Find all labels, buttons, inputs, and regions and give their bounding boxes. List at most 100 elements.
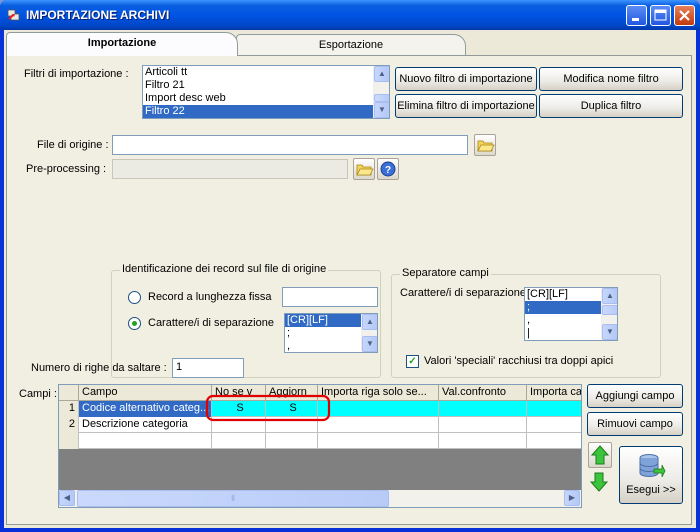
folder-icon bbox=[356, 164, 374, 176]
cell-valconf[interactable] bbox=[439, 433, 527, 449]
new-filter-button[interactable]: Nuovo filtro di importazione bbox=[395, 67, 537, 91]
record-separator-listbox[interactable]: [CR][LF] ; , ▲ ▼ bbox=[284, 313, 378, 353]
scroll-up-icon[interactable]: ▲ bbox=[362, 314, 377, 330]
database-icon bbox=[639, 454, 666, 478]
field-separator-label: Carattere/i di separazione bbox=[400, 287, 526, 299]
scroll-thumb[interactable] bbox=[374, 94, 389, 102]
close-button[interactable] bbox=[674, 5, 695, 26]
source-file-input[interactable] bbox=[112, 135, 468, 155]
cell-campo[interactable]: Codice alternativo categ... bbox=[79, 401, 212, 417]
import-panel: Filtri di importazione : Articoli tt Fil… bbox=[7, 56, 691, 524]
folder-icon bbox=[477, 140, 495, 152]
column-header-importa[interactable]: Importa riga solo se... bbox=[318, 385, 439, 401]
arrow-up-icon bbox=[590, 445, 610, 465]
separator-label: Carattere/i di separazione bbox=[148, 317, 274, 329]
quoted-values-label: Valori 'speciali' racchiusi tra doppi ap… bbox=[424, 355, 614, 367]
filters-scrollbar[interactable]: ▲ ▼ bbox=[373, 66, 389, 118]
scroll-thumb[interactable] bbox=[602, 305, 617, 315]
tab-importazione[interactable]: Importazione bbox=[6, 32, 238, 56]
move-down-button[interactable] bbox=[588, 470, 612, 496]
cell-importaca[interactable] bbox=[527, 433, 581, 449]
window-title: IMPORTAZIONE ARCHIVI bbox=[26, 8, 170, 22]
cell-campo[interactable] bbox=[79, 433, 212, 449]
group-title: Identificazione dei record sul file di o… bbox=[120, 263, 329, 275]
scroll-down-icon[interactable]: ▼ bbox=[602, 324, 617, 340]
window-client-area: Importazione Esportazione Filtri di impo… bbox=[4, 30, 696, 528]
grid-horizontal-scrollbar[interactable]: ◀ ⦀ ▶ bbox=[59, 490, 581, 507]
skip-rows-label: Numero di righe da saltare : bbox=[31, 362, 167, 374]
fixed-length-label: Record a lunghezza fissa bbox=[148, 291, 272, 303]
list-item-selected[interactable]: Filtro 22 bbox=[143, 105, 373, 118]
cell-campo[interactable]: Descrizione categoria bbox=[79, 417, 212, 433]
svg-text:?: ? bbox=[385, 165, 391, 176]
cell-nosev[interactable] bbox=[212, 433, 266, 449]
column-header-campo[interactable]: Campo bbox=[79, 385, 212, 401]
remove-field-button[interactable]: Rimuovi campo bbox=[587, 412, 683, 436]
list-item-selected[interactable]: [CR][LF] bbox=[285, 314, 361, 327]
column-header-valconf[interactable]: Val.confronto bbox=[439, 385, 527, 401]
record-separator-scrollbar[interactable]: ▲ ▼ bbox=[361, 314, 377, 352]
list-item-selected[interactable]: ; bbox=[525, 301, 601, 314]
scroll-down-icon[interactable]: ▼ bbox=[374, 102, 389, 118]
separator-radio[interactable] bbox=[128, 317, 141, 330]
execute-label: Esegui >> bbox=[626, 484, 676, 496]
move-up-button[interactable] bbox=[588, 442, 612, 468]
main-window: IMPORTAZIONE ARCHIVI Importazione Esport… bbox=[0, 0, 700, 532]
preprocessing-input[interactable] bbox=[112, 159, 348, 179]
preprocessing-label: Pre-processing : bbox=[26, 163, 107, 175]
duplicate-filter-button[interactable]: Duplica filtro bbox=[539, 94, 683, 118]
minimize-button[interactable] bbox=[626, 5, 647, 26]
cell-importa[interactable] bbox=[318, 433, 439, 449]
fixed-length-input[interactable] bbox=[282, 287, 378, 307]
table-row-new[interactable] bbox=[59, 433, 581, 449]
skip-rows-input[interactable]: 1 bbox=[172, 358, 244, 378]
minimize-icon bbox=[632, 18, 639, 21]
scroll-down-icon[interactable]: ▼ bbox=[362, 336, 377, 352]
close-icon bbox=[679, 10, 690, 21]
grid-corner bbox=[59, 385, 79, 401]
quoted-values-checkbox[interactable]: ✓ bbox=[406, 355, 419, 368]
delete-filter-button[interactable]: Elimina filtro di importazione bbox=[395, 94, 537, 118]
list-item[interactable]: Import desc web bbox=[143, 92, 389, 105]
row-number bbox=[59, 433, 79, 449]
title-bar[interactable]: IMPORTAZIONE ARCHIVI bbox=[0, 0, 700, 30]
field-separator-listbox[interactable]: [CR][LF] ; , | ▲ ▼ bbox=[524, 287, 618, 341]
rename-filter-button[interactable]: Modifica nome filtro bbox=[539, 67, 683, 91]
filters-listbox[interactable]: Articoli tt Filtro 21 Import desc web Fi… bbox=[142, 65, 390, 119]
browse-source-button[interactable] bbox=[474, 134, 496, 156]
fixed-length-radio[interactable] bbox=[128, 291, 141, 304]
scroll-left-icon[interactable]: ◀ bbox=[59, 490, 75, 506]
tab-esportazione[interactable]: Esportazione bbox=[236, 34, 466, 56]
browse-preprocessing-button[interactable] bbox=[353, 158, 375, 180]
fields-label: Campi : bbox=[19, 388, 57, 400]
filters-label: Filtri di importazione : bbox=[24, 68, 129, 80]
cell-aggiorna[interactable] bbox=[266, 433, 318, 449]
maximize-button[interactable] bbox=[650, 5, 671, 26]
maximize-icon bbox=[654, 9, 667, 21]
annotation-highlight bbox=[205, 394, 331, 422]
cell-importaca[interactable] bbox=[527, 401, 581, 417]
cell-importaca[interactable] bbox=[527, 417, 581, 433]
field-separator-scrollbar[interactable]: ▲ ▼ bbox=[601, 288, 617, 340]
scroll-up-icon[interactable]: ▲ bbox=[602, 288, 617, 304]
cell-importa[interactable] bbox=[318, 401, 439, 417]
scroll-right-icon[interactable]: ▶ bbox=[564, 490, 580, 506]
group-title: Separatore campi bbox=[400, 267, 491, 279]
cell-importa[interactable] bbox=[318, 417, 439, 433]
execute-button[interactable]: Esegui >> bbox=[619, 446, 683, 504]
cell-valconf[interactable] bbox=[439, 401, 527, 417]
help-icon: ? bbox=[380, 161, 396, 177]
row-number: 1 bbox=[59, 401, 79, 417]
app-icon bbox=[7, 9, 20, 21]
arrow-down-icon bbox=[589, 472, 609, 492]
tab-panel: Filtri di importazione : Articoli tt Fil… bbox=[6, 55, 692, 525]
add-field-button[interactable]: Aggiungi campo bbox=[587, 384, 683, 408]
list-item[interactable]: Articoli tt bbox=[143, 66, 389, 79]
scroll-up-icon[interactable]: ▲ bbox=[374, 66, 389, 82]
scroll-thumb[interactable]: ⦀ bbox=[77, 490, 389, 507]
row-number: 2 bbox=[59, 417, 79, 433]
column-header-importaca[interactable]: Importa ca bbox=[527, 385, 581, 401]
cell-valconf[interactable] bbox=[439, 417, 527, 433]
preprocessing-help-button[interactable]: ? bbox=[377, 158, 399, 180]
list-item[interactable]: Filtro 21 bbox=[143, 79, 389, 92]
